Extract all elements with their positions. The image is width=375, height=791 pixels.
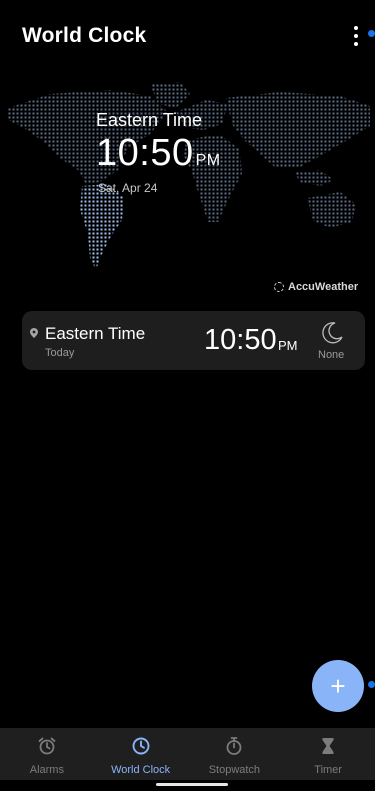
hero-ampm: PM [195, 152, 221, 169]
clock-zone-name: Eastern Time [45, 324, 146, 343]
nav-alarms-label: Alarms [29, 764, 64, 776]
world-clock-card[interactable]: Eastern Time Today 10:50 PM None [22, 311, 365, 370]
clock-time: 10:50 [204, 324, 277, 356]
clock-icon [132, 737, 150, 755]
world-map-dots [8, 82, 370, 270]
alarm-clock-icon [38, 737, 56, 755]
more-options-icon[interactable] [348, 24, 364, 48]
world-map [0, 72, 375, 302]
hourglass-icon [322, 738, 334, 754]
hero-date: Sat, Apr 24 [98, 181, 158, 195]
nav-alarms[interactable]: Alarms [0, 728, 94, 780]
accuweather-label: AccuWeather [288, 281, 359, 293]
hero-zone-name: Eastern Time [96, 110, 256, 131]
clock-day: Today [45, 347, 75, 359]
app-bar: World Clock [0, 0, 375, 72]
clock-weather: None [318, 349, 345, 361]
hero-time-value: 10:50 [96, 132, 194, 174]
location-pin-icon [30, 328, 38, 338]
stopwatch-icon [226, 737, 242, 755]
edge-indicator-dot [368, 30, 375, 37]
clock-ampm: PM [278, 338, 298, 353]
bottom-navigation: Alarms World Clock Stopwatch Timer [0, 728, 375, 780]
nav-stopwatch-label: Stopwatch [208, 764, 261, 776]
edge-indicator-dot-lower [368, 681, 375, 688]
moon-icon [322, 322, 343, 344]
accuweather-logo-icon [274, 282, 284, 292]
page-title: World Clock [22, 24, 147, 47]
nav-timer[interactable]: Timer [281, 728, 375, 780]
home-indicator[interactable] [156, 783, 228, 786]
add-city-button[interactable]: + [312, 660, 364, 712]
nav-world-clock-label: World Clock [111, 764, 171, 776]
accuweather-brand[interactable]: AccuWeather [274, 281, 358, 293]
hero-zone-label: Eastern Time [96, 110, 203, 130]
nav-stopwatch[interactable]: Stopwatch [188, 728, 282, 780]
hero-time: 10:50 PM [96, 132, 221, 175]
nav-world-clock[interactable]: World Clock [94, 728, 188, 780]
nav-timer-label: Timer [314, 764, 342, 776]
